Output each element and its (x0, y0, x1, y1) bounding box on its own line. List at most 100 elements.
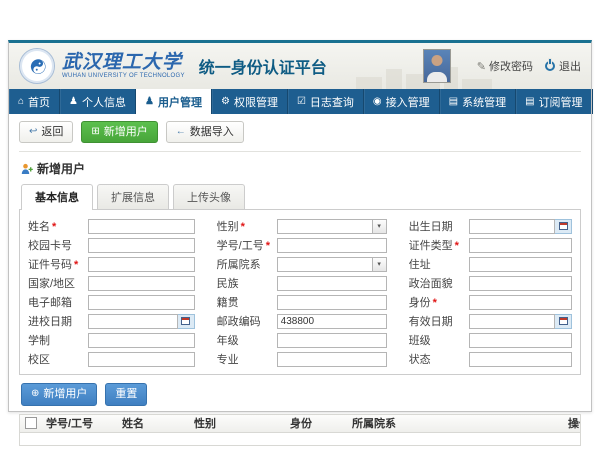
form-field-r1c0: 校园卡号 (28, 237, 195, 253)
field-label: 专业 (217, 351, 277, 367)
text-control (88, 276, 195, 291)
input-field[interactable] (277, 333, 387, 348)
nav-item-5[interactable]: ◉ 接入管理 (364, 89, 440, 114)
chevron-down-icon[interactable]: ▾ (373, 219, 387, 234)
select-control: ▾ (277, 219, 387, 234)
back-button[interactable]: ↩ 返回 (19, 121, 73, 143)
nav-item-label: 权限管理 (234, 94, 278, 110)
form-field-r2c1: 所属院系▾ (217, 256, 387, 272)
pencil-icon: ✎ (477, 60, 486, 73)
text-control (88, 219, 195, 234)
date-control (88, 314, 195, 329)
logout-link[interactable]: 退出 (545, 58, 581, 74)
field-label: 住址 (409, 256, 469, 272)
form-tab-2[interactable]: 上传头像 (173, 184, 245, 209)
field-label: 校园卡号 (28, 237, 88, 253)
form-field-r6c2: 班级 (409, 332, 572, 348)
input-field[interactable] (277, 257, 373, 272)
input-field[interactable] (88, 314, 178, 329)
calendar-icon[interactable] (555, 219, 572, 234)
form-tab-0[interactable]: 基本信息 (21, 184, 93, 210)
form-field-r5c1: 邮政编码 (217, 313, 387, 329)
input-field[interactable] (88, 276, 195, 291)
table-column-header-5: 操作 (564, 415, 580, 431)
input-field[interactable] (277, 314, 387, 329)
input-field[interactable] (469, 276, 572, 291)
form-field-r7c0: 校区 (28, 351, 195, 367)
change-password-label: 修改密码 (489, 58, 533, 74)
input-field[interactable] (88, 219, 195, 234)
form-field-r7c1: 专业 (217, 351, 387, 367)
text-control (277, 276, 387, 291)
university-name-en: WUHAN UNIVERSITY OF TECHNOLOGY (62, 73, 185, 79)
form-field-r6c1: 年级 (217, 332, 387, 348)
add-user-toolbar-label: 新增用户 (104, 125, 148, 139)
input-field[interactable] (88, 295, 195, 310)
select-all-checkbox[interactable] (25, 417, 37, 429)
input-field[interactable] (469, 314, 555, 329)
person-plus-icon (21, 163, 33, 175)
logout-label: 退出 (559, 58, 581, 74)
nav-item-label: 首页 (28, 94, 50, 110)
users-icon: ♟ (145, 97, 154, 107)
app-window: ☯ 武汉理工大学 WUHAN UNIVERSITY OF TECHNOLOGY … (8, 40, 592, 412)
field-label: 民族 (217, 275, 277, 291)
section-title-label: 新增用户 (37, 160, 85, 177)
data-import-button[interactable]: ← 数据导入 (166, 121, 244, 143)
required-asterisk: * (266, 240, 270, 252)
nav-item-4[interactable]: ☑日志查询 (288, 89, 364, 114)
input-field[interactable] (88, 352, 195, 367)
input-field[interactable] (277, 276, 387, 291)
input-field[interactable] (469, 352, 572, 367)
calendar-icon[interactable] (178, 314, 195, 329)
header-right: ✎ 修改密码 退出 (423, 49, 581, 83)
nav-item-label: 接入管理 (386, 94, 430, 110)
access-icon: ◉ (373, 97, 382, 107)
form-field-r7c2: 状态 (409, 351, 572, 367)
add-user-icon: ⊞ (91, 127, 99, 137)
nav-item-2[interactable]: ♟用户管理 (136, 89, 212, 114)
input-field[interactable] (469, 295, 572, 310)
chevron-down-icon[interactable]: ▾ (373, 257, 387, 272)
form-field-r0c0: 姓名* (28, 218, 195, 234)
nav-item-3[interactable]: ⚙ 权限管理 (212, 89, 288, 114)
input-field[interactable] (277, 219, 373, 234)
nav-item-label: 系统管理 (462, 94, 506, 110)
field-label: 学号/工号* (217, 237, 277, 253)
nav-item-0[interactable]: ⌂首页 (9, 89, 60, 114)
calendar-icon[interactable] (555, 314, 572, 329)
text-control (277, 352, 387, 367)
toolbar: ↩ 返回 ⊞ 新增用户 ← 数据导入 (19, 121, 581, 152)
input-field[interactable] (469, 257, 572, 272)
input-field[interactable] (88, 333, 195, 348)
user-avatar[interactable] (423, 49, 451, 83)
table-column-header-3: 身份 (286, 415, 348, 431)
nav-item-7[interactable]: ▤订阅管理 (516, 89, 592, 114)
add-user-toolbar-button[interactable]: ⊞ 新增用户 (81, 121, 157, 143)
input-field[interactable] (277, 352, 387, 367)
text-control (88, 238, 195, 253)
input-field[interactable] (88, 238, 195, 253)
system-icon: ▤ (449, 97, 458, 107)
input-field[interactable] (88, 257, 195, 272)
submit-add-user-button[interactable]: ⊕ 新增用户 (21, 383, 97, 405)
reset-button[interactable]: 重置 (105, 383, 147, 405)
permission-icon: ⚙ (221, 97, 230, 107)
change-password-link[interactable]: ✎ 修改密码 (477, 58, 533, 74)
date-control (469, 219, 572, 234)
input-field[interactable] (277, 295, 387, 310)
nav-item-1[interactable]: ♟个人信息 (60, 89, 136, 114)
form-field-r5c0: 进校日期 (28, 313, 195, 329)
required-asterisk: * (74, 259, 78, 271)
input-field[interactable] (277, 238, 387, 253)
field-label: 性别* (217, 218, 277, 234)
nav-item-6[interactable]: ▤ 系统管理 (440, 89, 516, 114)
form-tab-1[interactable]: 扩展信息 (97, 184, 169, 209)
input-field[interactable] (469, 219, 555, 234)
field-label: 政治面貌 (409, 275, 469, 291)
input-field[interactable] (469, 238, 572, 253)
required-asterisk: * (433, 297, 437, 309)
import-arrow-icon: ← (176, 127, 186, 137)
main-nav: ⌂首页♟个人信息♟用户管理 ⚙ 权限管理 ☑日志查询 ◉ 接入管理 ▤ 系统管理 ▤订阅管理 (9, 89, 591, 114)
input-field[interactable] (469, 333, 572, 348)
